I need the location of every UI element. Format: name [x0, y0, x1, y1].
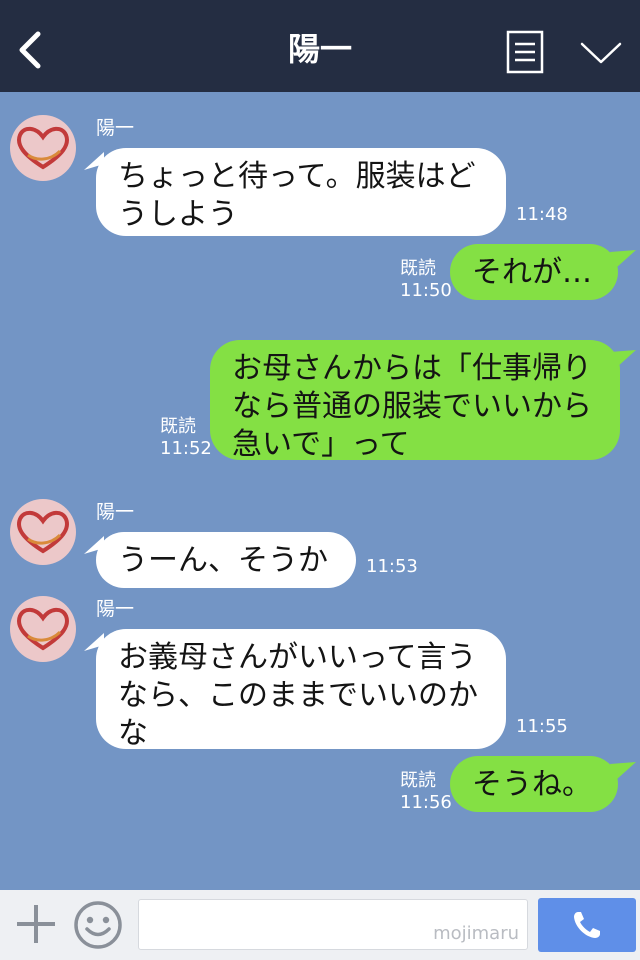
plus-icon[interactable]: [14, 902, 58, 946]
message-bubble[interactable]: お義母さんがいいって言う なら、このままでいいのか な: [96, 629, 506, 751]
message-bubble[interactable]: そうね。: [450, 756, 618, 812]
read-receipt: 既読 11:56: [400, 770, 452, 814]
chevron-down-icon[interactable]: [578, 38, 624, 68]
chat-area[interactable]: 陽一 ちょっと待って。服装はど うしよう 11:48 既読 11:50 それが……: [0, 92, 640, 890]
message-input-bar: mojimaru: [0, 890, 640, 960]
message-time: 11:53: [366, 556, 418, 577]
read-receipt: 既読 11:52: [160, 416, 212, 460]
read-label: 既読: [400, 258, 436, 279]
message-bubble[interactable]: ちょっと待って。服装はど うしよう: [96, 148, 506, 236]
phone-icon: [574, 912, 600, 938]
watermark-text: mojimaru: [433, 923, 519, 944]
read-receipt: 既読 11:50: [400, 258, 452, 302]
message-time: 11:52: [160, 438, 212, 459]
bubble-tail: [610, 350, 636, 368]
sender-name: 陽一: [96, 501, 135, 523]
read-label: 既読: [400, 770, 436, 791]
message-time: 11:55: [516, 716, 568, 737]
menu-list-icon[interactable]: [506, 30, 544, 74]
message-input[interactable]: mojimaru: [138, 899, 528, 950]
avatar[interactable]: [10, 596, 76, 662]
read-label: 既読: [160, 416, 196, 437]
chat-title: 陽一: [287, 30, 352, 68]
message-bubble[interactable]: うーん、そうか: [96, 532, 356, 588]
avatar[interactable]: [10, 499, 76, 565]
sender-name: 陽一: [96, 117, 135, 139]
emoji-smile-icon[interactable]: [72, 899, 124, 951]
message-time: 11:56: [400, 792, 452, 813]
message-time: 11:50: [400, 280, 452, 301]
message-bubble[interactable]: お母さんからは「仕事帰り なら普通の服装でいいから 急いで」って: [210, 340, 620, 462]
chat-header: 陽一: [0, 0, 640, 92]
message-time: 11:48: [516, 204, 568, 225]
avatar[interactable]: [10, 115, 76, 181]
bubble-tail: [610, 762, 636, 780]
bubble-tail: [610, 250, 636, 268]
message-bubble[interactable]: それが…: [450, 244, 618, 300]
sender-name: 陽一: [96, 598, 135, 620]
call-button[interactable]: [538, 898, 636, 952]
